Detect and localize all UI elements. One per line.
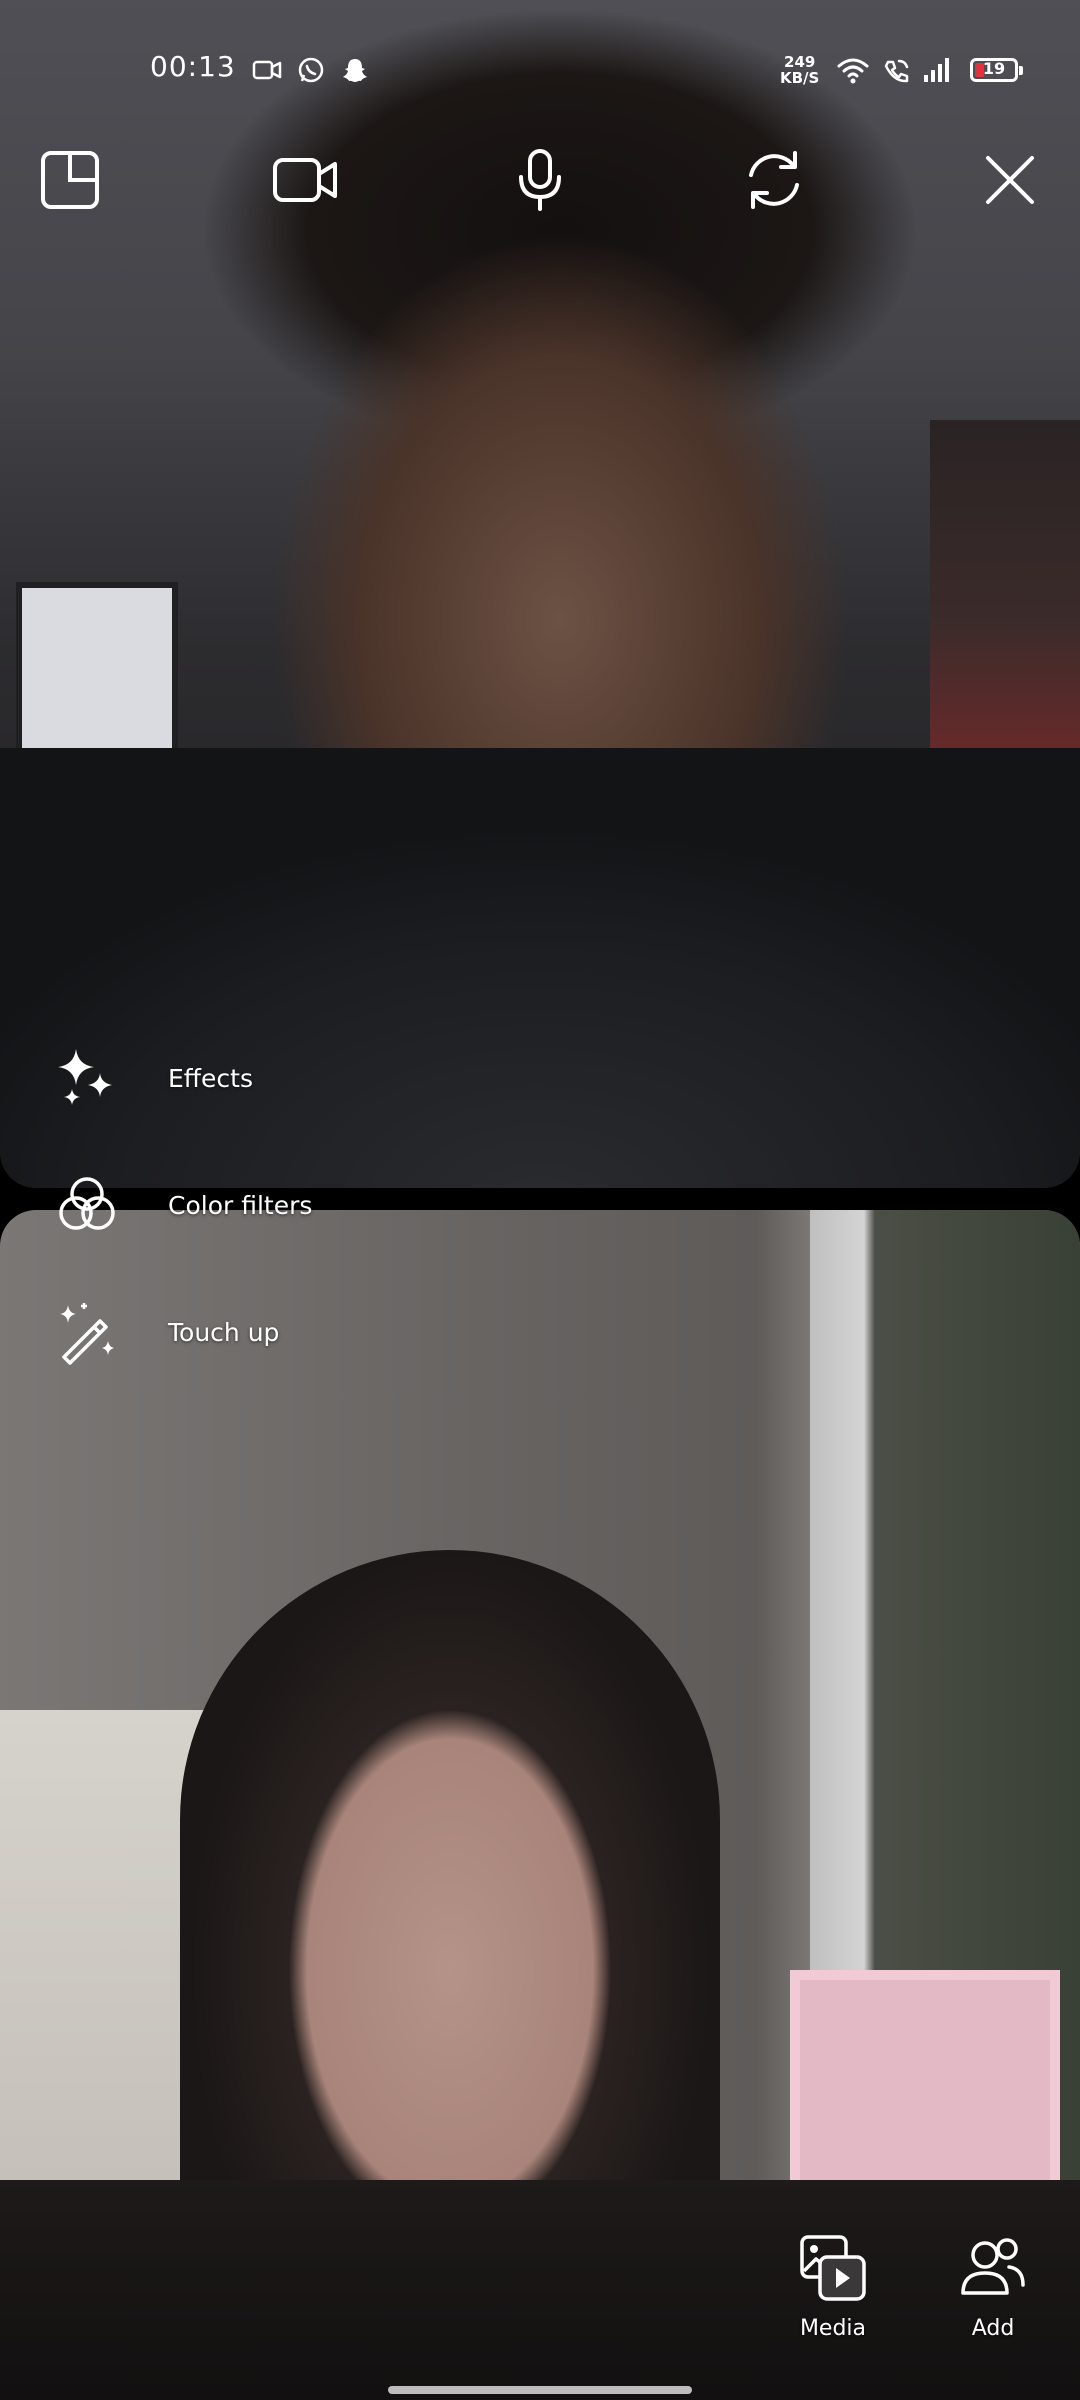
sparkles-icon [50,1041,124,1115]
camera-toggle-button[interactable] [266,140,346,220]
wifi-calling-icon [882,56,912,84]
menu-item-label: Effects [168,1063,253,1093]
menu-item-color-filters[interactable]: Color filters [50,1165,312,1245]
add-participant-button[interactable]: Add [938,2228,1048,2341]
close-icon [986,156,1034,204]
network-speed-unit: KB/S [780,69,820,87]
color-filters-icon [50,1168,124,1242]
battery-level: 19 [982,59,1006,78]
snapchat-icon [340,56,370,84]
status-time: 00:13 [150,50,236,83]
media-button[interactable]: Media [778,2228,888,2341]
wifi-icon [836,56,870,84]
signal-icon [922,56,952,84]
magic-wand-icon [50,1295,124,1369]
media-label: Media [799,2316,867,2341]
battery-terminal [1019,66,1023,75]
add-label: Add [971,2316,1015,2341]
network-speed-value: 249 [784,53,816,71]
home-indicator[interactable] [388,2386,692,2394]
microphone-button[interactable] [500,140,580,220]
menu-item-label: Touch up [168,1317,280,1347]
switch-camera-button[interactable] [734,140,814,220]
menu-item-effects[interactable]: Effects [50,1038,253,1118]
media-icon [778,2228,888,2308]
layout-icon [41,151,99,209]
wall-photo-frame [16,582,178,766]
status-bar: 00:13 249 KB/S 19 [0,0,1080,140]
add-person-icon [938,2228,1048,2308]
end-call-button[interactable] [970,140,1050,220]
whatsapp-icon [296,56,326,84]
background-shelf [930,420,1080,760]
remote-participant-shirt [0,748,1080,1188]
microphone-icon [519,149,561,211]
self-participant-clothing [0,2180,1080,2400]
network-speed: 249 KB/S [780,54,819,86]
menu-item-label: Color filters [168,1190,313,1220]
self-video-tile[interactable] [0,1210,1080,2400]
layout-button[interactable] [30,140,110,220]
menu-item-touch-up[interactable]: Touch up [50,1292,279,1372]
battery-icon: 19 [970,58,1023,82]
camera-icon [273,158,337,202]
switch-camera-icon [749,151,799,209]
video-camera-icon [252,56,282,84]
